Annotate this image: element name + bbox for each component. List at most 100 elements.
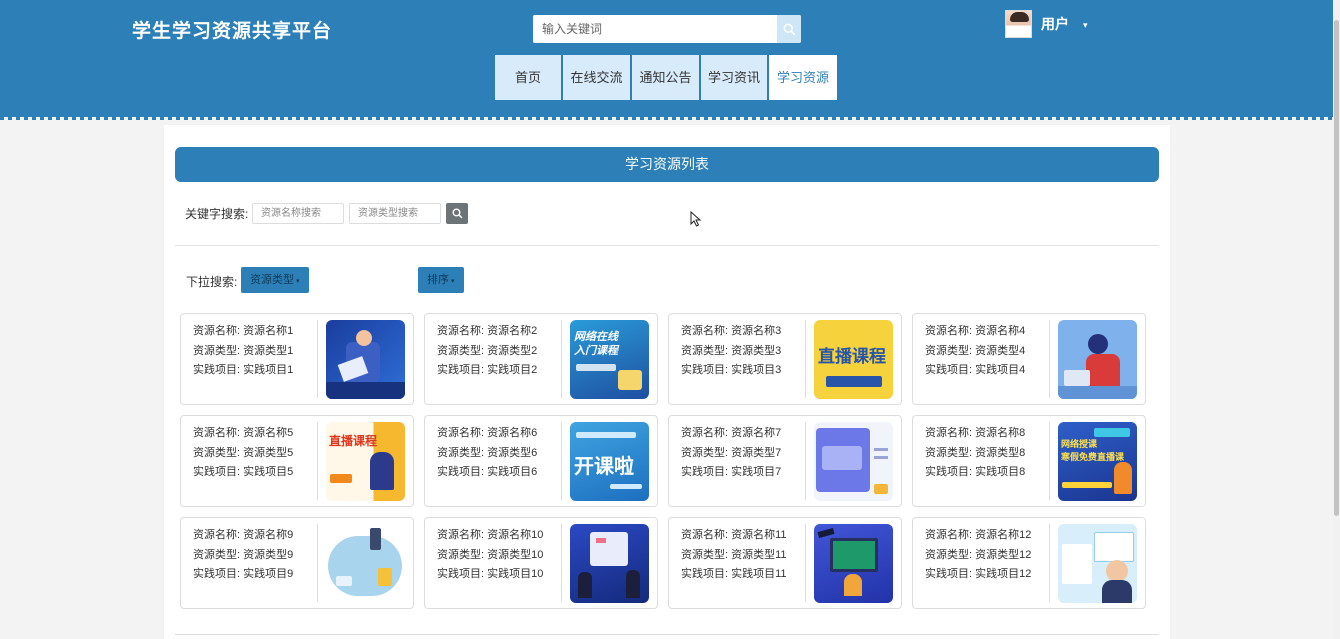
resource-name: 资源名称: 资源名称5 bbox=[193, 427, 294, 439]
card-divider bbox=[317, 524, 318, 602]
resource-info: 资源名称: 资源名称10 资源类型: 资源类型10 实践项目: 实践项目10 bbox=[437, 526, 543, 585]
resource-info: 资源名称: 资源名称2 资源类型: 资源类型2 实践项目: 实践项目2 bbox=[437, 322, 537, 381]
card-divider bbox=[1049, 524, 1050, 602]
card-divider bbox=[561, 320, 562, 398]
card-divider bbox=[805, 524, 806, 602]
card-divider bbox=[805, 422, 806, 500]
resource-info: 资源名称: 资源名称1 资源类型: 资源类型1 实践项目: 实践项目1 bbox=[193, 322, 293, 381]
site-title[interactable]: 学生学习资源共享平台 bbox=[132, 16, 332, 43]
resource-type: 资源类型: 资源类型1 bbox=[193, 344, 294, 357]
card-divider bbox=[317, 320, 318, 398]
resource-thumbnail[interactable] bbox=[814, 422, 893, 501]
resource-type: 资源类型: 资源类型10 bbox=[437, 548, 544, 561]
nav-notices[interactable]: 通知公告 bbox=[632, 55, 701, 100]
resource-card[interactable]: 资源名称: 资源名称11 资源类型: 资源类型11 实践项目: 实践项目11 bbox=[668, 517, 902, 609]
caret-down-icon: ▾ bbox=[451, 278, 455, 285]
thumbnail-caption: 网络授课 寒假免费直播课 bbox=[1061, 439, 1125, 462]
resource-card[interactable]: 资源名称: 资源名称1 资源类型: 资源类型1 实践项目: 实践项目1 bbox=[180, 313, 414, 405]
resource-thumbnail[interactable] bbox=[326, 524, 405, 603]
practice-project: 实践项目: 实践项目9 bbox=[193, 568, 294, 580]
resource-panel: 学习资源列表 关键字搜索: 下拉搜索: 资源类型▾ 排序▾ 资源名称: 资源名称… bbox=[164, 125, 1170, 639]
resource-thumbnail[interactable]: 网络授课 寒假免费直播课 bbox=[1058, 422, 1137, 501]
practice-project: 实践项目: 实践项目4 bbox=[925, 364, 1026, 376]
resource-thumbnail[interactable]: 直播课程 bbox=[814, 320, 893, 399]
resource-card[interactable]: 资源名称: 资源名称2 资源类型: 资源类型2 实践项目: 实践项目2 网络在线… bbox=[424, 313, 658, 405]
search-button[interactable] bbox=[777, 15, 801, 43]
practice-project: 实践项目: 实践项目3 bbox=[681, 364, 782, 376]
nav-home[interactable]: 首页 bbox=[495, 55, 563, 100]
resource-info: 资源名称: 资源名称7 资源类型: 资源类型7 实践项目: 实践项目7 bbox=[681, 424, 781, 483]
resource-name: 资源名称: 资源名称6 bbox=[437, 427, 538, 439]
avatar[interactable] bbox=[1005, 10, 1032, 38]
resource-name: 资源名称: 资源名称2 bbox=[437, 325, 538, 337]
resource-type: 资源类型: 资源类型6 bbox=[437, 446, 538, 459]
resource-name: 资源名称: 资源名称9 bbox=[193, 529, 294, 541]
resource-info: 资源名称: 资源名称4 资源类型: 资源类型4 实践项目: 实践项目4 bbox=[925, 322, 1025, 381]
user-name[interactable]: 用户 bbox=[1041, 14, 1069, 34]
search-input[interactable] bbox=[533, 15, 777, 43]
resource-card[interactable]: 资源名称: 资源名称10 资源类型: 资源类型10 实践项目: 实践项目10 bbox=[424, 517, 658, 609]
resource-thumbnail[interactable]: 开课啦 bbox=[570, 422, 649, 501]
resource-card[interactable]: 资源名称: 资源名称5 资源类型: 资源类型5 实践项目: 实践项目5 直播课程 bbox=[180, 415, 414, 507]
practice-project: 实践项目: 实践项目7 bbox=[681, 466, 782, 478]
footer-divider bbox=[175, 634, 1159, 635]
practice-project: 实践项目: 实践项目2 bbox=[437, 364, 538, 376]
resource-info: 资源名称: 资源名称9 资源类型: 资源类型9 实践项目: 实践项目9 bbox=[193, 526, 293, 585]
resource-name: 资源名称: 资源名称8 bbox=[925, 427, 1026, 439]
resource-card[interactable]: 资源名称: 资源名称3 资源类型: 资源类型3 实践项目: 实践项目3 直播课程 bbox=[668, 313, 902, 405]
resource-card[interactable]: 资源名称: 资源名称9 资源类型: 资源类型9 实践项目: 实践项目9 bbox=[180, 517, 414, 609]
resource-type-search-input[interactable] bbox=[349, 203, 441, 224]
card-divider bbox=[1049, 320, 1050, 398]
resource-thumbnail[interactable] bbox=[1058, 320, 1137, 399]
sort-dropdown[interactable]: 排序 ▾ bbox=[418, 267, 464, 293]
resource-name: 资源名称: 资源名称1 bbox=[193, 325, 294, 337]
caret-down-icon: ▾ bbox=[296, 278, 300, 285]
resource-type: 资源类型: 资源类型7 bbox=[681, 446, 782, 459]
top-header: 学生学习资源共享平台 用户 ▾ 首页 在线交流 通知公告 学习资讯 学习资源 bbox=[0, 0, 1340, 120]
divider bbox=[175, 245, 1159, 246]
resource-type-dropdown[interactable]: 资源类型 ▾ bbox=[241, 267, 309, 293]
resource-type: 资源类型: 资源类型3 bbox=[681, 344, 782, 357]
resource-type: 资源类型: 资源类型4 bbox=[925, 344, 1026, 357]
resource-thumbnail[interactable]: 网络在线 入门课程 bbox=[570, 320, 649, 399]
keyword-search-button[interactable] bbox=[446, 203, 468, 224]
scrollbar-thumb[interactable] bbox=[1334, 20, 1339, 516]
resource-info: 资源名称: 资源名称11 资源类型: 资源类型11 实践项目: 实践项目11 bbox=[681, 526, 787, 585]
card-divider bbox=[1049, 422, 1050, 500]
resource-card[interactable]: 资源名称: 资源名称8 资源类型: 资源类型8 实践项目: 实践项目8 网络授课… bbox=[912, 415, 1146, 507]
thumbnail-caption: 直播课程 bbox=[818, 347, 886, 366]
resource-card[interactable]: 资源名称: 资源名称7 资源类型: 资源类型7 实践项目: 实践项目7 bbox=[668, 415, 902, 507]
resource-info: 资源名称: 资源名称8 资源类型: 资源类型8 实践项目: 实践项目8 bbox=[925, 424, 1025, 483]
sort-dropdown-label: 排序 bbox=[427, 274, 449, 286]
chevron-down-icon[interactable]: ▾ bbox=[1083, 20, 1088, 31]
resource-thumbnail[interactable] bbox=[570, 524, 649, 603]
card-divider bbox=[561, 524, 562, 602]
nav-online-chat[interactable]: 在线交流 bbox=[563, 55, 632, 100]
resource-info: 资源名称: 资源名称3 资源类型: 资源类型3 实践项目: 实践项目3 bbox=[681, 322, 781, 381]
resource-card[interactable]: 资源名称: 资源名称12 资源类型: 资源类型12 实践项目: 实践项目12 bbox=[912, 517, 1146, 609]
page-title: 学习资源列表 bbox=[175, 147, 1159, 182]
user-menu[interactable]: 用户 ▾ bbox=[1005, 9, 1088, 39]
resource-type: 资源类型: 资源类型9 bbox=[193, 548, 294, 561]
resource-name-search-input[interactable] bbox=[252, 203, 344, 224]
search-icon bbox=[783, 23, 795, 35]
resource-thumbnail[interactable]: 直播课程 bbox=[326, 422, 405, 501]
resource-card[interactable]: 资源名称: 资源名称4 资源类型: 资源类型4 实践项目: 实践项目4 bbox=[912, 313, 1146, 405]
nav-study-resources[interactable]: 学习资源 bbox=[769, 55, 837, 100]
practice-project: 实践项目: 实践项目5 bbox=[193, 466, 294, 478]
resource-name: 资源名称: 资源名称3 bbox=[681, 325, 782, 337]
resource-thumbnail[interactable] bbox=[814, 524, 893, 603]
resource-name: 资源名称: 资源名称10 bbox=[437, 529, 544, 541]
search-icon bbox=[451, 208, 463, 219]
header-search bbox=[533, 15, 801, 43]
resource-info: 资源名称: 资源名称6 资源类型: 资源类型6 实践项目: 实践项目6 bbox=[437, 424, 537, 483]
keyword-search-label: 关键字搜索: bbox=[185, 207, 249, 221]
practice-project: 实践项目: 实践项目12 bbox=[925, 568, 1032, 580]
resource-thumbnail[interactable] bbox=[1058, 524, 1137, 603]
resource-type: 资源类型: 资源类型5 bbox=[193, 446, 294, 459]
resource-thumbnail[interactable] bbox=[326, 320, 405, 399]
resource-card[interactable]: 资源名称: 资源名称6 资源类型: 资源类型6 实践项目: 实践项目6 开课啦 bbox=[424, 415, 658, 507]
practice-project: 实践项目: 实践项目1 bbox=[193, 364, 294, 376]
thumbnail-caption: 直播课程 bbox=[329, 434, 378, 448]
nav-study-news[interactable]: 学习资讯 bbox=[701, 55, 769, 100]
